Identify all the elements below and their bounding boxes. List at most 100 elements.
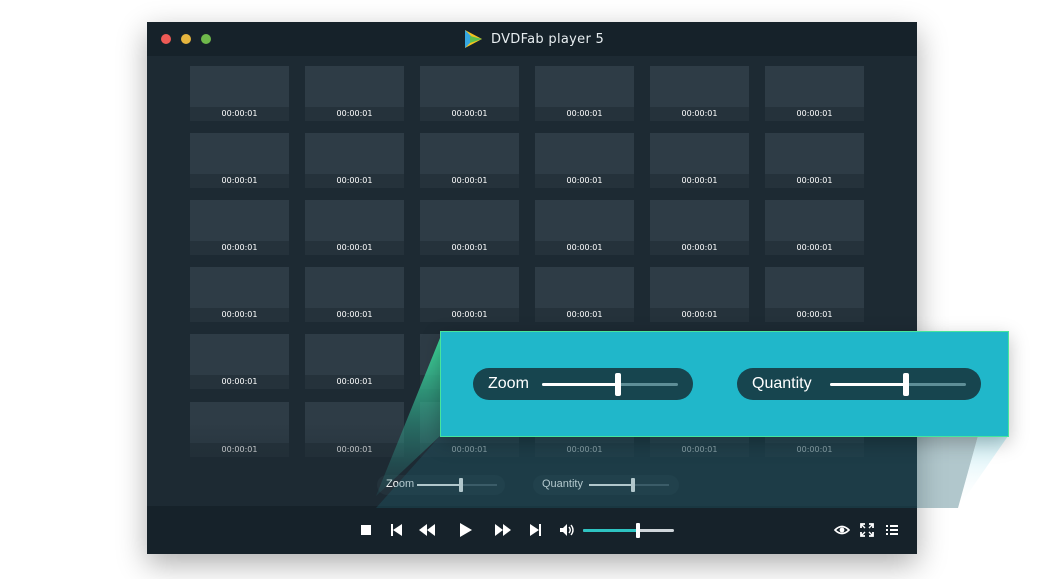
thumbnail-image (535, 200, 634, 241)
quantity-handle[interactable] (631, 478, 635, 492)
video-thumbnail[interactable]: 00:00:01 (535, 200, 634, 255)
video-thumbnail[interactable]: 00:00:01 (420, 66, 519, 121)
thumbnail-image (190, 267, 289, 308)
thumbnail-image (190, 66, 289, 107)
thumbnail-image (420, 133, 519, 174)
video-thumbnail[interactable]: 00:00:01 (305, 66, 404, 121)
zoom-slider[interactable]: Zoom (377, 475, 505, 495)
thumbnail-timestamp: 00:00:01 (190, 107, 289, 121)
volume-slider[interactable] (583, 523, 674, 538)
quantity-label: Quantity (542, 478, 583, 490)
title-bar: DVDFab player 5 (147, 22, 917, 56)
thumbnail-image (305, 133, 404, 174)
video-thumbnail[interactable]: 00:00:01 (305, 334, 404, 389)
thumbnail-image (190, 334, 289, 375)
thumbnail-image (305, 334, 404, 375)
video-thumbnail[interactable]: 00:00:01 (765, 200, 864, 255)
thumbnail-image (420, 66, 519, 107)
close-window-button[interactable] (161, 34, 171, 44)
video-thumbnail[interactable]: 00:00:01 (190, 267, 289, 322)
video-thumbnail[interactable]: 00:00:01 (765, 267, 864, 322)
fast-forward-icon[interactable] (495, 522, 511, 538)
window-title: DVDFab player 5 (491, 32, 605, 47)
play-icon[interactable] (457, 522, 473, 538)
thumbnail-image (765, 66, 864, 107)
player-window: DVDFab player 5 00:00:01 00:00:01 00:00:01… (147, 22, 917, 554)
video-thumbnail[interactable]: 00:00:01 (765, 66, 864, 121)
video-thumbnail[interactable]: 00:00:01 (535, 267, 634, 322)
thumbnail-timestamp: 00:00:01 (535, 107, 634, 121)
dvdfab-logo-icon (465, 30, 482, 48)
video-thumbnail[interactable]: 00:00:01 (190, 66, 289, 121)
thumbnail-timestamp: 00:00:01 (190, 241, 289, 255)
thumbnail-timestamp: 00:00:01 (765, 241, 864, 255)
video-thumbnail[interactable]: 00:00:01 (305, 200, 404, 255)
thumbnail-image (305, 267, 404, 308)
zoom-track[interactable] (417, 478, 497, 492)
quantity-slider[interactable]: Quantity (533, 475, 679, 495)
quantity-track[interactable] (589, 478, 669, 492)
next-icon[interactable] (528, 522, 544, 538)
thumbnail-image (190, 200, 289, 241)
thumbnail-image (535, 66, 634, 107)
video-thumbnail[interactable]: 00:00:01 (650, 133, 749, 188)
zoom-track-large[interactable] (542, 373, 678, 396)
video-thumbnail[interactable]: 00:00:01 (190, 334, 289, 389)
thumbnail-timestamp: 00:00:01 (420, 107, 519, 121)
volume-fill (583, 529, 638, 532)
quantity-slider-large[interactable]: Quantity (737, 368, 981, 400)
video-thumbnail[interactable]: 00:00:01 (305, 267, 404, 322)
stop-icon[interactable] (358, 522, 374, 538)
thumbnail-timestamp: 00:00:01 (765, 308, 864, 322)
thumbnail-image (420, 267, 519, 308)
thumbnail-timestamp: 00:00:01 (305, 308, 404, 322)
control-bar (147, 506, 917, 554)
thumbnail-timestamp: 00:00:01 (420, 241, 519, 255)
thumbnail-image (535, 133, 634, 174)
quantity-track-large[interactable] (830, 373, 966, 396)
thumbnail-image (765, 200, 864, 241)
volume-handle[interactable] (635, 523, 640, 538)
quantity-fill (589, 484, 633, 486)
rewind-icon[interactable] (419, 522, 435, 538)
playlist-icon[interactable] (884, 522, 900, 538)
thumbnail-timestamp: 00:00:01 (535, 174, 634, 188)
zoom-label-large: Zoom (488, 375, 529, 392)
quantity-handle-large[interactable] (902, 373, 909, 396)
zoom-handle-large[interactable] (614, 373, 621, 396)
video-thumbnail[interactable]: 00:00:01 (650, 66, 749, 121)
video-thumbnail[interactable]: 00:00:01 (420, 200, 519, 255)
video-thumbnail[interactable]: 00:00:01 (650, 200, 749, 255)
thumbnail-timestamp: 00:00:01 (765, 174, 864, 188)
thumbnail-timestamp: 00:00:01 (650, 174, 749, 188)
video-thumbnail[interactable]: 00:00:01 (535, 133, 634, 188)
volume-icon[interactable] (559, 522, 575, 538)
video-thumbnail[interactable]: 00:00:01 (650, 267, 749, 322)
video-thumbnail[interactable]: 00:00:01 (765, 133, 864, 188)
thumbnail-timestamp: 00:00:01 (190, 375, 289, 389)
zoom-slider-large[interactable]: Zoom (473, 368, 693, 400)
maximize-window-button[interactable] (201, 34, 211, 44)
thumbnail-image (535, 267, 634, 308)
video-thumbnail[interactable]: 00:00:01 (305, 133, 404, 188)
video-thumbnail[interactable]: 00:00:01 (535, 66, 634, 121)
thumbnail-image (650, 200, 749, 241)
quantity-fill-large (830, 383, 905, 386)
previous-icon[interactable] (388, 522, 404, 538)
thumbnail-image (420, 200, 519, 241)
thumbnail-timestamp: 00:00:01 (305, 174, 404, 188)
fullscreen-icon[interactable] (859, 522, 875, 538)
zoom-handle[interactable] (459, 478, 463, 492)
video-thumbnail[interactable]: 00:00:01 (190, 200, 289, 255)
thumbnail-timestamp: 00:00:01 (650, 241, 749, 255)
thumbnail-timestamp: 00:00:01 (535, 241, 634, 255)
thumbnail-image (190, 133, 289, 174)
thumbnail-image (305, 66, 404, 107)
thumbnail-timestamp: 00:00:01 (190, 308, 289, 322)
eye-icon[interactable] (834, 522, 850, 538)
video-thumbnail[interactable]: 00:00:01 (420, 133, 519, 188)
minimize-window-button[interactable] (181, 34, 191, 44)
video-thumbnail[interactable]: 00:00:01 (420, 267, 519, 322)
zoom-fill (417, 484, 461, 486)
video-thumbnail[interactable]: 00:00:01 (190, 133, 289, 188)
